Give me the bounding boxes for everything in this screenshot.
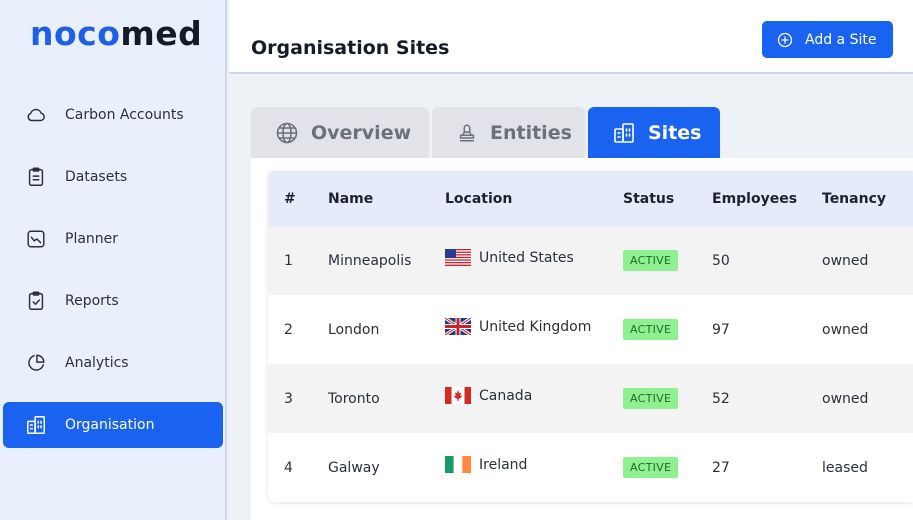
status-cell: ACTIVE — [623, 295, 679, 364]
row-number: 4 — [284, 459, 293, 476]
add-site-button[interactable]: Add a Site — [762, 21, 893, 58]
logo-part-1: noco — [30, 14, 121, 53]
ireland-flag-icon — [445, 456, 471, 473]
sidebar-item-label: Organisation — [65, 417, 155, 433]
column-header-location[interactable]: Location — [445, 171, 512, 226]
sidebar-item-carbon-accounts[interactable]: Carbon Accounts — [3, 92, 223, 138]
status-badge: ACTIVE — [623, 388, 679, 409]
sidebar-item-organisation[interactable]: Organisation — [3, 402, 223, 448]
table-row[interactable]: 1 Minneapolis United States ACTIVE 50 ow… — [268, 226, 913, 295]
site-name: Toronto — [328, 390, 380, 407]
sidebar: nocomed Carbon Accounts Datasets Planner… — [0, 0, 227, 520]
tenancy-value: owned — [822, 252, 869, 269]
sidebar-item-label: Planner — [65, 231, 119, 247]
sidebar-item-label: Datasets — [65, 169, 128, 185]
tab-overview[interactable]: Overview — [251, 107, 429, 158]
status-cell: ACTIVE — [623, 226, 679, 295]
brand-logo[interactable]: nocomed — [30, 14, 202, 53]
page-title: Organisation Sites — [251, 37, 450, 59]
sites-table: # Name Location Status Employees Tenancy… — [268, 171, 913, 502]
sidebar-item-label: Reports — [65, 293, 119, 309]
tab-label: Overview — [311, 121, 412, 144]
tab-sites[interactable]: Sites — [588, 107, 720, 158]
planner-icon — [25, 228, 47, 250]
site-name: Minneapolis — [328, 252, 412, 269]
column-header-tenancy[interactable]: Tenancy — [822, 171, 886, 226]
site-location: Canada — [445, 361, 532, 430]
location-label: Ireland — [479, 456, 528, 473]
page-header: Organisation Sites Add a Site — [229, 0, 913, 74]
location-label: United Kingdom — [479, 318, 592, 335]
table-row[interactable]: 2 London United Kingdom ACTIVE 97 owned — [268, 295, 913, 364]
column-header-name[interactable]: Name — [328, 171, 373, 226]
add-site-label: Add a Site — [805, 31, 877, 48]
tenancy-value: owned — [822, 321, 869, 338]
table-row[interactable]: 4 Galway Ireland ACTIVE 27 leased — [268, 433, 913, 502]
cloud-icon — [25, 104, 47, 126]
row-number: 1 — [284, 252, 293, 269]
employees-value: 52 — [712, 390, 730, 407]
logo-part-2: med — [120, 14, 203, 53]
site-location: Ireland — [445, 430, 527, 499]
buildings-icon — [25, 414, 47, 436]
tab-entities[interactable]: Entities — [432, 107, 585, 158]
status-badge: ACTIVE — [623, 250, 679, 271]
sidebar-item-label: Analytics — [65, 355, 129, 371]
location-label: Canada — [479, 387, 533, 404]
clipboard-icon — [25, 166, 47, 188]
status-badge: ACTIVE — [623, 457, 679, 478]
column-header-number: # — [284, 190, 296, 207]
sidebar-item-analytics[interactable]: Analytics — [3, 340, 223, 386]
plus-circle-icon — [777, 32, 793, 48]
pie-chart-icon — [25, 352, 47, 374]
employees-value: 27 — [712, 459, 730, 476]
site-name: Galway — [328, 459, 380, 476]
row-number: 3 — [284, 390, 293, 407]
uk-flag-icon — [445, 318, 471, 335]
tab-label: Sites — [648, 121, 702, 144]
sidebar-item-planner[interactable]: Planner — [3, 216, 223, 262]
sidebar-item-label: Carbon Accounts — [65, 107, 184, 123]
employees-value: 97 — [712, 321, 730, 338]
buildings-icon — [612, 121, 636, 145]
tenancy-value: leased — [822, 459, 868, 476]
employees-value: 50 — [712, 252, 730, 269]
row-number: 2 — [284, 321, 293, 338]
sidebar-item-datasets[interactable]: Datasets — [3, 154, 223, 200]
status-badge: ACTIVE — [623, 319, 679, 340]
canada-flag-icon — [445, 387, 471, 404]
stamp-icon — [456, 122, 478, 144]
clipboard-check-icon — [25, 290, 47, 312]
us-flag-icon — [445, 249, 471, 266]
site-location: United Kingdom — [445, 292, 591, 361]
column-header-employees[interactable]: Employees — [712, 171, 797, 226]
table-row[interactable]: 3 Toronto Canada ACTIVE 52 owned — [268, 364, 913, 433]
site-name: London — [328, 321, 380, 338]
globe-icon — [275, 121, 299, 145]
sidebar-item-reports[interactable]: Reports — [3, 278, 223, 324]
column-header-status[interactable]: Status — [623, 171, 674, 226]
status-cell: ACTIVE — [623, 364, 679, 433]
site-location: United States — [445, 223, 574, 292]
tenancy-value: owned — [822, 390, 869, 407]
status-cell: ACTIVE — [623, 433, 679, 502]
table-header: # Name Location Status Employees Tenancy — [268, 171, 913, 226]
tab-label: Entities — [490, 121, 572, 144]
location-label: United States — [479, 249, 574, 266]
